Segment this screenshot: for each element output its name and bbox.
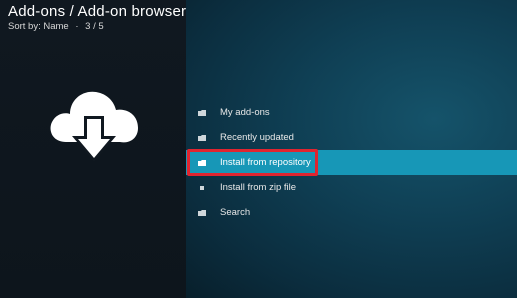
folder-icon [198, 109, 206, 116]
page-count: 3 / 5 [85, 21, 104, 32]
menu-item-label: My add-ons [220, 107, 270, 118]
menu-item-search[interactable]: Search [186, 200, 517, 225]
menu-item-label: Search [220, 207, 251, 218]
menu-item-label: Recently updated [220, 132, 294, 143]
separator: · [75, 21, 79, 32]
folder-icon [198, 159, 206, 166]
menu-item-label: Install from repository [220, 157, 311, 168]
square-icon [200, 185, 204, 190]
folder-icon [198, 209, 206, 216]
page-title: Add-ons / Add-on browser [8, 3, 187, 20]
menu-item-install-from-zip[interactable]: Install from zip file [186, 175, 517, 200]
folder-icon [198, 134, 206, 141]
addon-menu: My add-ons Recently updated Install from… [186, 100, 517, 225]
cloud-download-icon [50, 91, 138, 162]
menu-item-recently-updated[interactable]: Recently updated [186, 125, 517, 150]
sort-info: Sort by: Name · 3 / 5 [8, 21, 186, 32]
menu-item-my-addons[interactable]: My add-ons [186, 100, 517, 125]
sort-label: Sort by: Name [8, 21, 69, 32]
menu-item-label: Install from zip file [220, 182, 297, 193]
menu-item-install-from-repository[interactable]: Install from repository [186, 150, 517, 175]
header: Add-ons / Add-on browser Sort by: Name ·… [8, 3, 186, 32]
